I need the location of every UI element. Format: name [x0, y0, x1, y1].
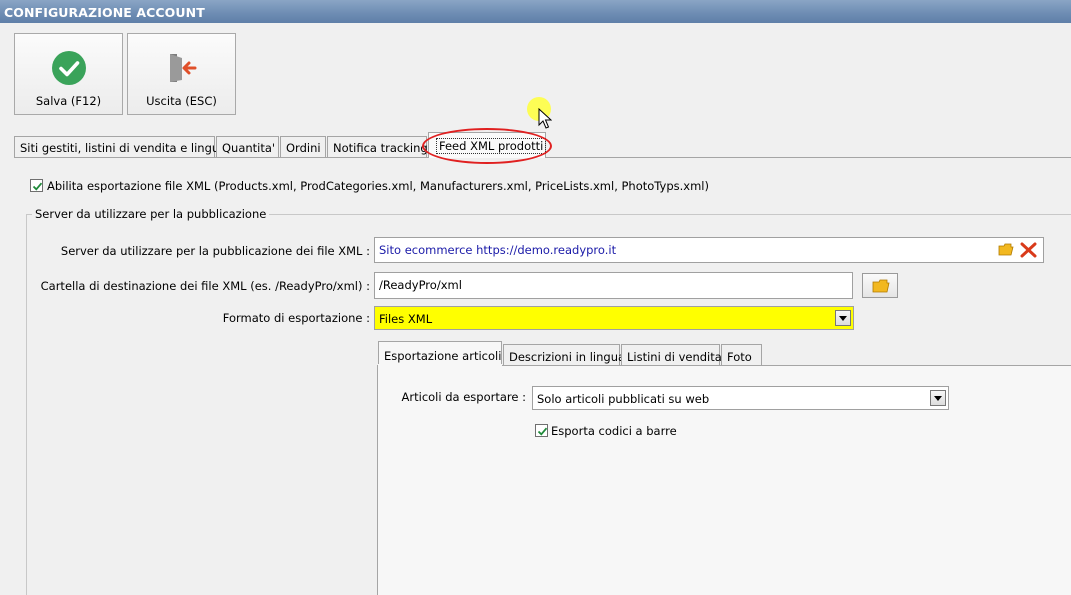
format-dropdown-arrow[interactable] [835, 310, 851, 326]
save-button[interactable]: Salva (F12) [14, 33, 123, 115]
export-barcodes-checkbox[interactable] [535, 424, 548, 437]
enable-xml-export-checkbox[interactable] [30, 179, 43, 192]
articles-export-label: Articoli da esportare : [401, 390, 526, 404]
active-tab-gap [378, 364, 502, 366]
server-field-label: Server da utilizzare per la pubblicazion… [60, 244, 370, 258]
format-select[interactable]: Files XML [374, 306, 854, 330]
tab-ordini[interactable]: Ordini [280, 136, 326, 157]
articles-dropdown-arrow[interactable] [930, 390, 946, 406]
exit-door-icon [165, 51, 199, 85]
save-button-label: Salva (F12) [35, 94, 102, 108]
tab-esportazione-articoli[interactable]: Esportazione articoli [378, 341, 502, 366]
export-barcodes-label: Esporta codici a barre [551, 424, 677, 438]
mouse-cursor-icon [538, 107, 553, 133]
folder-field[interactable]: /ReadyPro/xml [374, 272, 853, 299]
tab-listini-di-vendita[interactable]: Listini di vendita [621, 344, 722, 366]
server-groupbox-title: Server da utilizzare per la pubblicazion… [32, 207, 270, 221]
exit-button-label: Uscita (ESC) [146, 94, 217, 108]
exit-button[interactable]: Uscita (ESC) [127, 33, 236, 115]
server-field-value: Sito ecommerce https://demo.readypro.it [379, 243, 617, 257]
enable-xml-export-label: Abilita esportazione file XML (Products.… [47, 179, 709, 193]
window-title: CONFIGURAZIONE ACCOUNT [0, 0, 1071, 23]
clear-x-icon[interactable] [1020, 242, 1037, 261]
tab-siti-gestiti[interactable]: Siti gestiti, listini di vendita e lingu… [14, 136, 226, 157]
tab-descrizioni-in-lingua[interactable]: Descrizioni in lingua [503, 344, 625, 366]
server-field[interactable]: Sito ecommerce https://demo.readypro.it [374, 237, 1044, 263]
articles-export-value: Solo articoli pubblicati su web [537, 392, 710, 406]
format-select-value: Files XML [379, 312, 433, 326]
folder-field-label: Cartella di destinazione dei file XML (e… [40, 279, 370, 293]
folder-open-icon[interactable] [998, 243, 1014, 259]
tab-notifica-tracking[interactable]: Notifica tracking [327, 136, 428, 157]
tab-quantita[interactable]: Quantita' [216, 136, 279, 157]
checkmark-icon [52, 51, 86, 85]
format-field-label: Formato di esportazione : [222, 311, 370, 325]
annotation-ellipse [422, 128, 552, 164]
browse-folder-button[interactable] [862, 273, 898, 298]
tab-foto[interactable]: Foto [721, 344, 762, 366]
articles-export-select[interactable]: Solo articoli pubblicati su web [532, 386, 949, 410]
folder-icon [872, 279, 890, 296]
folder-field-value: /ReadyPro/xml [379, 278, 462, 292]
